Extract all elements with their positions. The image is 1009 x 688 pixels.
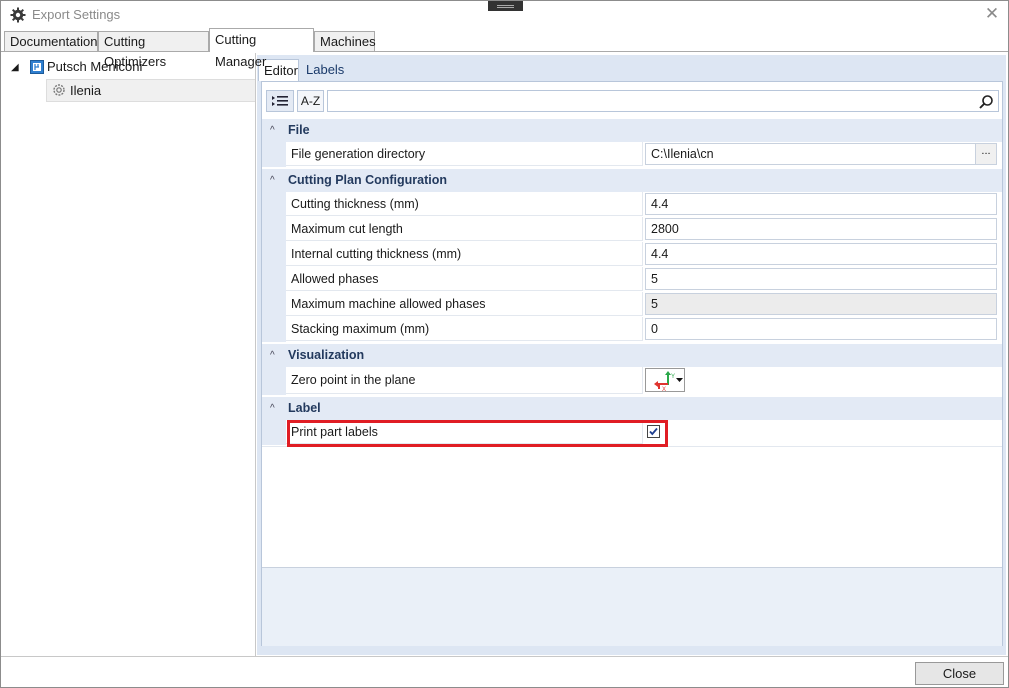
tree-node-ilenia[interactable]: Ilenia <box>46 79 256 102</box>
tab-cutting-manager[interactable]: Cutting Manager <box>209 28 314 69</box>
property-row-allowed-phases: Allowed phases 5 <box>262 267 1002 292</box>
stacking-maximum-field[interactable]: 0 <box>645 318 997 340</box>
window-title: Export Settings <box>32 7 121 22</box>
alphabetical-view-button[interactable]: A-Z <box>297 90 324 112</box>
machine-tree: ◢ Putsch Meniconi Ilenia <box>3 53 256 653</box>
property-name: Print part labels <box>286 420 643 444</box>
axis-origin-icon: Y X <box>654 371 683 391</box>
row-gutter <box>262 367 286 395</box>
property-name: Maximum machine allowed phases <box>286 292 643 316</box>
categorized-list-icon <box>272 96 288 106</box>
row-gutter <box>262 142 286 167</box>
splitter[interactable] <box>255 53 256 656</box>
row-gutter <box>262 192 286 217</box>
maximum-machine-allowed-phases-field: 5 <box>645 293 997 315</box>
row-gutter <box>262 420 286 445</box>
company-icon <box>30 60 44 74</box>
drag-grip[interactable] <box>488 1 523 11</box>
categorized-view-button[interactable] <box>266 90 294 112</box>
internal-cutting-thickness-field[interactable]: 4.4 <box>645 243 997 265</box>
search-icon[interactable] <box>978 94 994 110</box>
gear-icon <box>10 7 26 23</box>
tab-documentation[interactable]: Documentation <box>4 31 98 51</box>
editor-tabs: Editor Labels <box>257 55 1006 81</box>
category-label: File <box>288 123 310 137</box>
property-editor-pane: Editor Labels A-Z ^ File File generation… <box>257 55 1006 655</box>
tab-machines[interactable]: Machines <box>314 31 376 51</box>
category-visualization[interactable]: ^ Visualization <box>262 344 1002 367</box>
property-row-cutting-thickness: Cutting thickness (mm) 4.4 <box>262 192 1002 217</box>
tree-label-child: Ilenia <box>70 83 102 98</box>
category-label-section[interactable]: ^ Label <box>262 397 1002 420</box>
category-file[interactable]: ^ File <box>262 119 1002 142</box>
field-value: C:\Ilenia\cn <box>651 147 714 161</box>
property-name: Maximum cut length <box>286 217 643 241</box>
cutting-thickness-field[interactable]: 4.4 <box>645 193 997 215</box>
property-name: Stacking maximum (mm) <box>286 317 643 341</box>
checkmark-icon <box>649 427 658 436</box>
row-gutter <box>262 317 286 342</box>
row-gutter <box>262 267 286 292</box>
tab-divider <box>1 51 1008 52</box>
title-bar: Export Settings ✕ <box>1 1 1008 29</box>
property-row-stacking-maximum: Stacking maximum (mm) 0 <box>262 317 1002 342</box>
category-cutting-plan-configuration[interactable]: ^ Cutting Plan Configuration <box>262 169 1002 192</box>
axis-x-label: X <box>662 387 666 391</box>
category-label: Cutting Plan Configuration <box>288 173 448 187</box>
export-settings-window: Export Settings ✕ Documentation Cutting … <box>0 0 1009 688</box>
property-name: Cutting thickness (mm) <box>286 192 643 216</box>
tree-label-root: Putsch Meniconi <box>47 59 143 74</box>
machine-gear-icon <box>53 84 65 96</box>
chevron-up-icon[interactable]: ^ <box>270 169 275 192</box>
property-row-maximum-machine-allowed-phases: Maximum machine allowed phases 5 <box>262 292 1002 317</box>
file-generation-directory-field[interactable]: C:\Ilenia\cn ... <box>645 143 997 165</box>
property-name: Internal cutting thickness (mm) <box>286 242 643 266</box>
tab-labels[interactable]: Labels <box>301 59 345 81</box>
property-row-internal-cutting-thickness: Internal cutting thickness (mm) 4.4 <box>262 242 1002 267</box>
close-button[interactable]: Close <box>915 662 1004 685</box>
row-gutter <box>262 217 286 242</box>
grid-divider <box>262 446 1002 447</box>
footer-divider <box>1 656 1008 657</box>
zero-point-dropdown[interactable]: Y X <box>645 368 685 392</box>
maximum-cut-length-field[interactable]: 2800 <box>645 218 997 240</box>
property-name: Zero point in the plane <box>286 367 643 394</box>
property-search-input[interactable] <box>327 90 999 112</box>
grid-toolbar: A-Z <box>262 88 1002 114</box>
property-row-file-generation-directory: File generation directory C:\Ilenia\cn .… <box>262 142 1002 167</box>
row-gutter <box>262 242 286 267</box>
property-grid: A-Z ^ File File generation directory C:\… <box>261 81 1003 646</box>
property-name: File generation directory <box>286 142 643 166</box>
description-panel <box>262 567 1002 646</box>
property-row-maximum-cut-length: Maximum cut length 2800 <box>262 217 1002 242</box>
row-gutter <box>262 292 286 317</box>
axis-y-label: Y <box>671 374 675 380</box>
close-window-button[interactable]: ✕ <box>982 4 1002 24</box>
tab-cutting-optimizers[interactable]: Cutting Optimizers <box>98 31 209 69</box>
allowed-phases-field[interactable]: 5 <box>645 268 997 290</box>
property-row-zero-point: Zero point in the plane Y X <box>262 367 1002 395</box>
browse-button[interactable]: ... <box>975 144 996 164</box>
chevron-up-icon[interactable]: ^ <box>270 119 275 142</box>
chevron-up-icon[interactable]: ^ <box>270 397 275 420</box>
property-row-print-part-labels: Print part labels <box>262 420 1002 445</box>
collapse-arrow-icon[interactable]: ◢ <box>11 57 19 79</box>
category-label: Label <box>288 401 321 415</box>
print-part-labels-checkbox[interactable] <box>647 425 660 438</box>
property-name: Allowed phases <box>286 267 643 291</box>
chevron-up-icon[interactable]: ^ <box>270 344 275 367</box>
category-label: Visualization <box>288 348 365 362</box>
